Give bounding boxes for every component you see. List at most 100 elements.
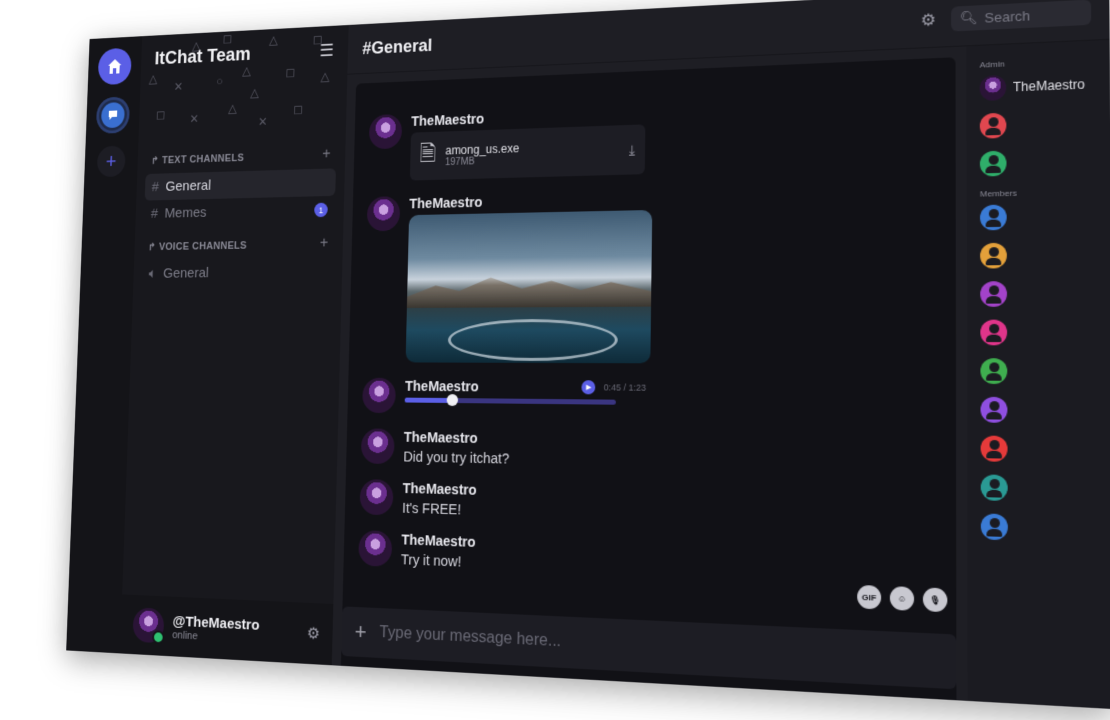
- avatar[interactable]: [359, 479, 394, 516]
- search-placeholder: Search: [984, 7, 1031, 26]
- member-name: TheMaestro: [1012, 76, 1085, 95]
- add-voice-channel-icon[interactable]: +: [320, 235, 329, 252]
- main-area: #General ⚙ 🔍︎ Search TheMaestro 🗎 among_…: [331, 0, 1110, 710]
- audio-player: [404, 394, 616, 407]
- member-item[interactable]: [976, 319, 1103, 346]
- user-avatar-icon: [980, 513, 1008, 541]
- speaker-icon: 🔈︎: [148, 265, 157, 282]
- message-input[interactable]: [377, 622, 941, 673]
- avatar[interactable]: [360, 428, 395, 465]
- message-author[interactable]: TheMaestro: [404, 429, 510, 447]
- message-list: TheMaestro 🗎 among_us.exe 197MB ⤓ TheMae…: [342, 57, 956, 634]
- avatar[interactable]: [132, 607, 165, 645]
- message-text: TheMaestro It's FREE!: [359, 479, 939, 532]
- team-header[interactable]: ItChat Team ☰: [141, 25, 349, 83]
- member-item[interactable]: [975, 148, 1101, 177]
- team-name: ItChat Team: [154, 43, 251, 69]
- avatar[interactable]: [368, 113, 403, 150]
- member-list: Admin TheMaestro Members: [966, 39, 1110, 710]
- user-avatar-icon: [980, 242, 1007, 269]
- voice-channel-item-general[interactable]: 🔈︎ General: [142, 258, 334, 288]
- file-attachment[interactable]: 🗎 among_us.exe 197MB ⤓: [409, 124, 646, 181]
- channel-name: General: [162, 265, 209, 282]
- avatar[interactable]: [358, 530, 393, 567]
- user-avatar-icon: [980, 396, 1008, 423]
- user-panel: @TheMaestro online ⚙: [120, 594, 334, 666]
- channel-sidebar: △ ◻ △ ◻ △ ✕ ○ △ ◻ △ ◻ ✕ △ ✕ ◻ △ ItChat Team ☰ ↱ …: [120, 24, 349, 666]
- message-text-body: It's FREE!: [402, 499, 462, 518]
- composer-tools: GIF ☺ 🎙︎: [857, 584, 948, 613]
- file-icon: 🗎: [419, 141, 437, 166]
- avatar: [979, 74, 1007, 102]
- member-item[interactable]: [976, 203, 1102, 231]
- category-label: ↱ TEXT CHANNELS: [150, 152, 245, 167]
- home-button[interactable]: [97, 47, 132, 86]
- image-attachment[interactable]: [405, 209, 653, 364]
- search-icon: 🔍︎: [959, 9, 978, 26]
- search-box[interactable]: 🔍︎ Search: [951, 0, 1092, 32]
- message-image: TheMaestro: [363, 183, 938, 365]
- message-author[interactable]: TheMaestro: [405, 378, 479, 394]
- user-avatar-icon: [980, 281, 1008, 307]
- user-avatar-icon: [979, 112, 1007, 139]
- member-item[interactable]: [976, 358, 1103, 385]
- audio-time: 0:45 / 1:23: [603, 382, 647, 393]
- user-avatar-icon: [979, 204, 1007, 231]
- member-item-admin[interactable]: TheMaestro: [975, 71, 1101, 102]
- channel-name: Memes: [164, 204, 207, 222]
- channel-title: #General: [362, 35, 433, 58]
- member-item[interactable]: [976, 474, 1104, 503]
- chat-panel: TheMaestro 🗎 among_us.exe 197MB ⤓ TheMae…: [340, 57, 957, 701]
- hash-icon: #: [151, 179, 160, 195]
- admin-section-label: Admin: [979, 59, 1005, 70]
- voice-channels-category[interactable]: ↱ VOICE CHANNELS +: [143, 229, 335, 260]
- audio-progress-track[interactable]: [404, 394, 616, 407]
- message-author[interactable]: TheMaestro: [402, 480, 476, 498]
- download-icon[interactable]: ⤓: [629, 141, 635, 158]
- mountain-shape: [407, 268, 652, 308]
- member-item[interactable]: [976, 396, 1104, 424]
- file-size: 197MB: [444, 156, 475, 168]
- member-item[interactable]: [976, 280, 1103, 307]
- audio-scrub-handle[interactable]: [446, 394, 458, 407]
- message-author[interactable]: TheMaestro: [401, 531, 475, 549]
- user-avatar-icon: [980, 358, 1008, 385]
- message-text-body: Try it now!: [400, 551, 462, 570]
- emoji-icon[interactable]: ☺: [889, 586, 915, 611]
- lake-ring-shape: [447, 318, 619, 362]
- message-text: TheMaestro Try it now!: [358, 530, 938, 588]
- play-icon[interactable]: ▶: [581, 380, 596, 395]
- member-item[interactable]: [976, 435, 1104, 463]
- channel-item-memes[interactable]: # Memes 1: [144, 196, 335, 227]
- hash-icon: #: [150, 205, 159, 222]
- message-file: TheMaestro 🗎 among_us.exe 197MB ⤓: [368, 93, 938, 181]
- message-author[interactable]: TheMaestro: [409, 190, 652, 211]
- unread-badge: 1: [314, 202, 328, 218]
- menu-icon[interactable]: ☰: [319, 40, 334, 60]
- member-item[interactable]: [975, 109, 1101, 139]
- home-icon: [107, 58, 122, 74]
- user-avatar-icon: [980, 474, 1008, 502]
- member-item[interactable]: [976, 513, 1104, 543]
- message-text-body: Did you try itchat?: [403, 448, 510, 467]
- user-avatar-icon: [979, 150, 1007, 177]
- gif-button[interactable]: GIF: [857, 584, 882, 610]
- server-itchat-button[interactable]: [95, 96, 131, 134]
- add-text-channel-icon[interactable]: +: [322, 146, 331, 163]
- members-section-label: Members: [979, 188, 1018, 199]
- avatar[interactable]: [362, 377, 396, 414]
- online-status-dot: [152, 630, 165, 645]
- attach-plus-icon[interactable]: +: [354, 619, 366, 645]
- user-avatar-icon: [980, 319, 1008, 346]
- message-text: TheMaestro Did you try itchat?: [360, 428, 939, 475]
- user-settings-gear-icon[interactable]: ⚙: [306, 623, 320, 643]
- channel-settings-gear-icon[interactable]: ⚙: [920, 10, 935, 31]
- app-window: + △ ◻ △ ◻ △ ✕ ○ △ ◻ △ ◻ ✕ △ ✕ ◻ △ ItChat Team ☰ …: [66, 0, 1110, 710]
- chat-bubble-icon: [100, 102, 125, 129]
- avatar[interactable]: [366, 196, 401, 232]
- member-item[interactable]: [976, 241, 1103, 269]
- category-label: ↱ VOICE CHANNELS: [147, 239, 248, 253]
- microphone-icon[interactable]: 🎙︎: [922, 587, 948, 613]
- file-name: among_us.exe: [445, 140, 520, 157]
- add-server-button[interactable]: +: [96, 145, 126, 178]
